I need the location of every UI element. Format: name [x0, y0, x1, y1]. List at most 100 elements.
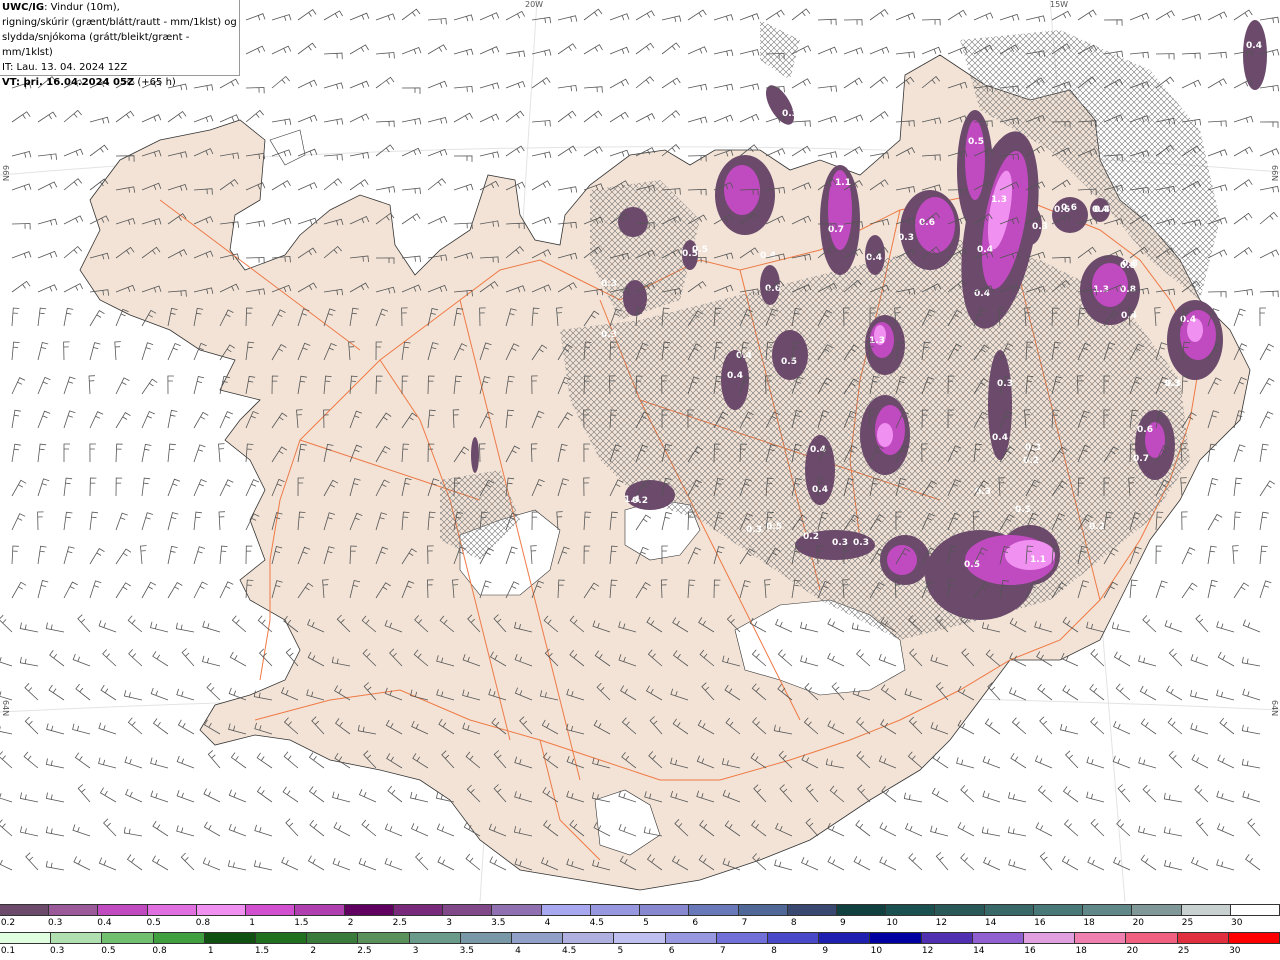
description-line-3: slydda/snjókoma (grátt/bleikt/grænt - mm…	[2, 32, 190, 58]
legend-label: 4.5	[589, 918, 604, 928]
legend-label: 4	[544, 918, 551, 928]
legend-label: 0.4	[97, 918, 112, 928]
precip-value-label: 0.4	[810, 445, 826, 455]
legend-label: 20	[1126, 946, 1139, 956]
legend-label: 20	[1132, 918, 1145, 928]
precip-value-label: 0.6	[1137, 425, 1153, 435]
description-line-2: rigning/skúrir (grænt/blátt/rautt - mm/1…	[2, 17, 237, 28]
precip-value-label: 0.6	[1061, 203, 1077, 213]
legend-label: 0.5	[146, 918, 161, 928]
legend-label: 3	[412, 946, 419, 956]
rain-legend-labels: 0.1 0.3 0.5 0.8 1 1.5 2 2.5 3 3.5 4 4.5 5 6 7 8 9 10 12 14 1…	[0, 946, 1280, 958]
snow-color-legend	[0, 904, 1280, 916]
legend-label: 0.3	[50, 946, 65, 956]
legend-swatch	[738, 905, 788, 915]
legend-swatch	[246, 905, 296, 915]
legend-swatch	[147, 905, 197, 915]
legend-swatch	[393, 905, 444, 915]
legend-label: 6	[668, 946, 675, 956]
legend-label: 14	[973, 946, 985, 956]
legend-swatch	[196, 905, 247, 915]
precip-value-label: 0.5	[1015, 505, 1031, 515]
legend-label: 8	[790, 918, 797, 928]
legend-swatch	[0, 933, 52, 943]
precip-value-label: 1.4	[624, 495, 640, 505]
legend-swatch	[886, 905, 936, 915]
legend-swatch	[1230, 905, 1280, 915]
legend-label: 3.5	[491, 918, 506, 928]
model-name: UWC/IG	[2, 2, 45, 13]
legend-label: 16	[1034, 918, 1046, 928]
legend-swatch	[836, 905, 887, 915]
legend-label: 2	[347, 918, 354, 928]
precip-value-label: 0.4	[812, 485, 828, 495]
precip-value-label: 0.3	[1032, 222, 1048, 232]
precip-value-label: 0.4	[1094, 205, 1110, 215]
legend-label: 0.2	[0, 918, 16, 928]
legend-swatch	[614, 933, 666, 943]
precip-value-label: 0.3	[1025, 443, 1041, 453]
legend-label: 18	[1075, 946, 1087, 956]
precip-value-label: 0.3	[975, 487, 991, 497]
legend-label: 14	[984, 918, 997, 928]
legend-label: 2	[310, 946, 317, 956]
legend-swatch	[1126, 933, 1178, 943]
precip-value-label: 0.4	[977, 245, 993, 255]
precip-value-label: 0.4	[992, 433, 1008, 443]
precip-value-label: 0.4	[1246, 41, 1262, 51]
legend-label: 7	[741, 918, 748, 928]
legend-label: 2.5	[357, 946, 372, 956]
legend-label: 4	[515, 946, 521, 956]
legend-label: 9	[840, 918, 846, 928]
legend-label: 16	[1024, 946, 1036, 956]
precip-value-label: 0.6	[919, 218, 935, 228]
legend-swatch	[972, 933, 1025, 943]
precip-value-label: 0.3	[746, 525, 762, 535]
legend-swatch	[1177, 933, 1229, 943]
legend-swatch	[204, 933, 257, 943]
legend-label: 6	[692, 918, 699, 928]
legend-swatch	[665, 933, 717, 943]
legend-swatch	[768, 933, 820, 943]
legend-label: 25	[1181, 918, 1194, 928]
valid-time: VT: þri. 16.04.2024 05Z	[2, 77, 135, 88]
precip-value-label: 1.3	[869, 336, 885, 346]
legend-label: 0.8	[195, 918, 211, 928]
legend-swatch	[51, 933, 103, 943]
precip-value-label: 0.3	[1164, 379, 1180, 389]
precip-value-label: 0.6	[765, 284, 781, 294]
legend-swatch	[640, 905, 690, 915]
legend-label: 7	[719, 946, 726, 956]
legend-swatch	[590, 905, 641, 915]
precip-value-label: 1.1	[1030, 555, 1046, 565]
legend-swatch	[512, 933, 564, 943]
initial-time: IT: Lau. 13. 04. 2024 12Z	[2, 62, 128, 73]
precip-value-label: 0.3	[853, 538, 869, 548]
precip-value-label: 1.1	[835, 178, 851, 188]
legend-label: 9	[822, 946, 829, 956]
legend-swatch	[98, 905, 148, 915]
legend-swatch	[409, 933, 461, 943]
legend-label: 3	[446, 918, 452, 928]
legend-swatch	[102, 933, 154, 943]
legend-swatch	[984, 905, 1034, 915]
legend-label: 1	[249, 918, 256, 928]
lat-label-64n-left: 64N	[1, 700, 10, 717]
precip-value-label: 0.4	[736, 351, 752, 361]
legend-label: 12	[921, 946, 934, 956]
legend-label: 18	[1083, 918, 1095, 928]
legend-swatch	[0, 905, 50, 915]
legend-swatch	[358, 933, 410, 943]
lat-label-66n-left: 66N	[1, 165, 10, 182]
lat-label-66n-right: 66N	[1270, 165, 1279, 182]
legend-swatch	[689, 905, 739, 915]
description-line-1: : Vindur (10m),	[44, 2, 120, 13]
precip-value-label: 0.5	[781, 357, 797, 367]
legend-swatch	[819, 933, 871, 943]
legend-swatch	[541, 905, 591, 915]
legend-swatch	[1083, 905, 1133, 915]
legend-label: 25	[1177, 946, 1190, 956]
legend-swatch	[787, 905, 837, 915]
legend-swatch	[563, 933, 615, 943]
legend-swatch	[1024, 933, 1076, 943]
